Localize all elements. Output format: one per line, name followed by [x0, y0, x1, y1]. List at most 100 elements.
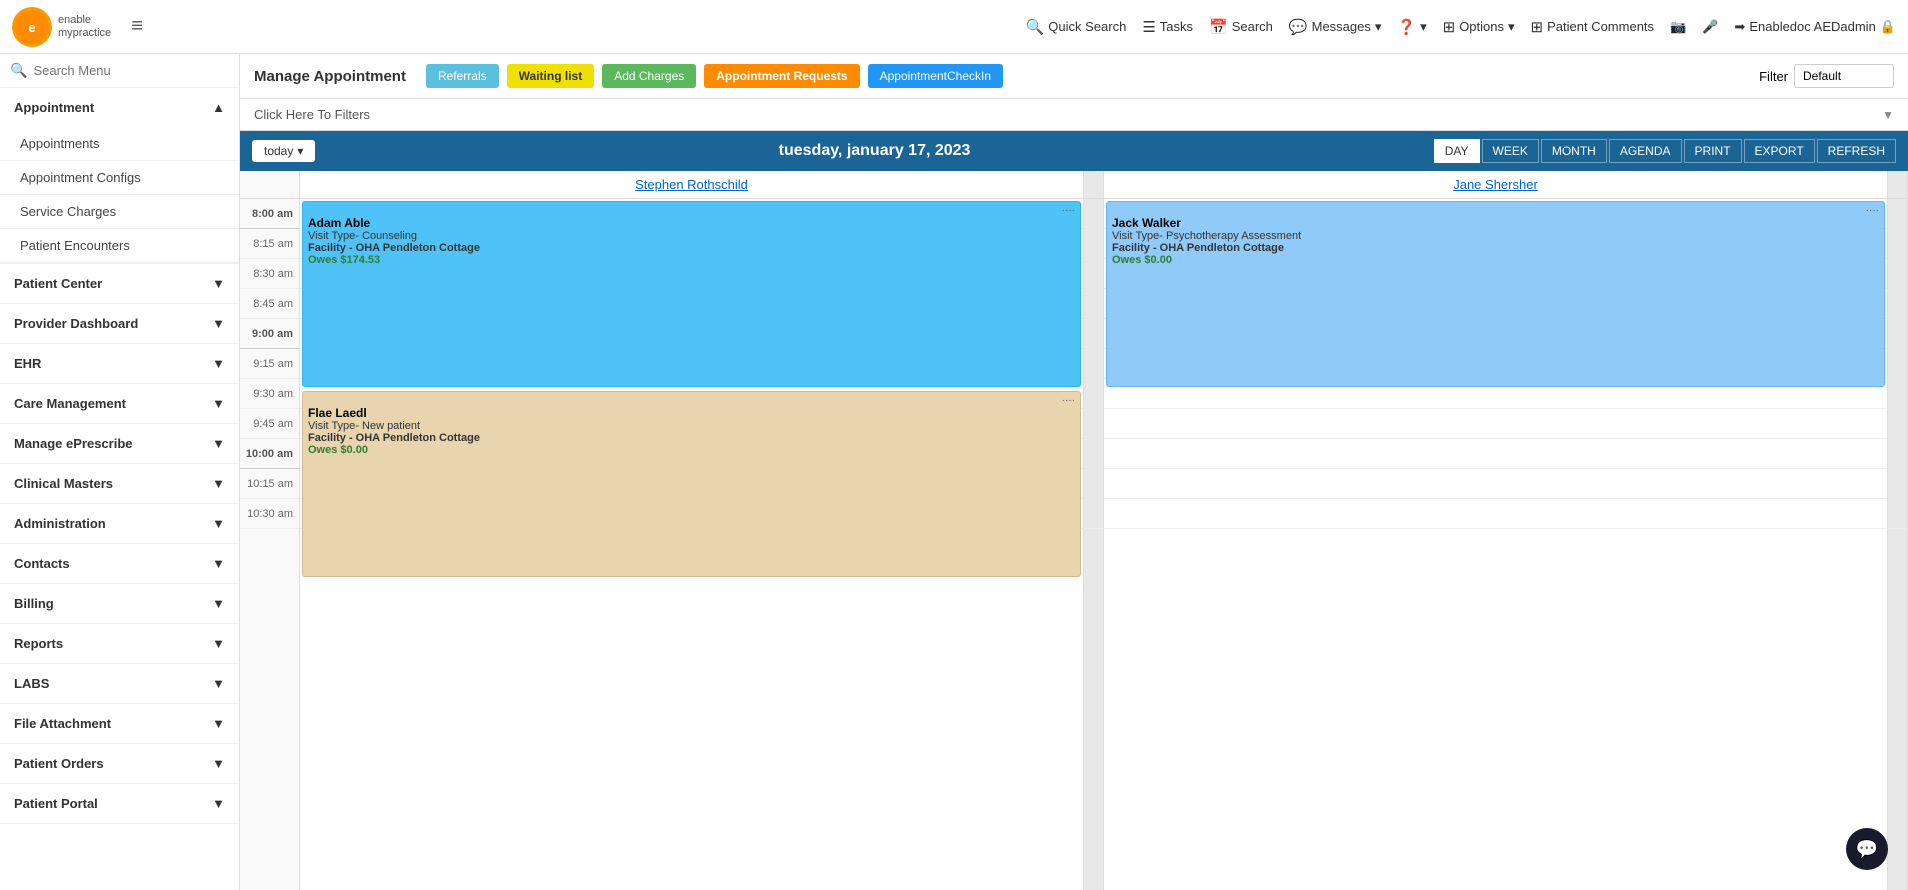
sidebar-section-billing: Billing ▼ — [0, 584, 239, 624]
cell-p2-1000[interactable] — [1104, 439, 1887, 469]
provider-header-1[interactable]: Stephen Rothschild — [300, 171, 1084, 198]
appointment-requests-button[interactable]: Appointment Requests — [704, 64, 859, 88]
manage-appointment-header: Manage Appointment Referrals Waiting lis… — [240, 54, 1908, 99]
referrals-button[interactable]: Referrals — [426, 64, 499, 88]
video-icon-link[interactable]: 📷 — [1670, 19, 1686, 35]
sidebar-header-patient-center[interactable]: Patient Center ▼ — [0, 264, 239, 303]
quick-search-link[interactable]: 🔍 Quick Search — [1026, 18, 1127, 36]
sidebar-subitem-service-charges: Service Charges — [20, 204, 116, 219]
provider-1-column: ···· Adam Able Visit Type- Counseling Fa… — [300, 199, 1084, 890]
quick-search-label: Quick Search — [1048, 19, 1126, 34]
cell-p2-1015[interactable] — [1104, 469, 1887, 499]
sidebar-header-contacts[interactable]: Contacts ▼ — [0, 544, 239, 583]
sidebar-item-patient-encounters[interactable]: Patient Encounters — [0, 229, 239, 263]
filter-row-text[interactable]: Click Here To Filters — [254, 107, 370, 122]
sidebar-header-administration[interactable]: Administration ▼ — [0, 504, 239, 543]
user-menu[interactable]: ➡ Enabledoc AEDadmin 🔒 — [1734, 19, 1896, 35]
sidebar-header-manage-eprescribe[interactable]: Manage ePrescribe ▼ — [0, 424, 239, 463]
view-week-button[interactable]: WEEK — [1482, 139, 1539, 163]
view-print-button[interactable]: PRINT — [1684, 139, 1742, 163]
sidebar-label-appointment: Appointment — [14, 100, 94, 115]
filter-row[interactable]: Click Here To Filters ▼ — [240, 99, 1908, 131]
sidebar-header-labs[interactable]: LABS ▼ — [0, 664, 239, 703]
today-button[interactable]: today ▾ — [252, 140, 315, 162]
cell-p2-945[interactable] — [1104, 409, 1887, 439]
sidebar-header-patient-orders[interactable]: Patient Orders ▼ — [0, 744, 239, 783]
sidebar-label-contacts: Contacts — [14, 556, 70, 571]
help-link[interactable]: ❓ ▾ — [1397, 18, 1426, 36]
cell-p2-1030[interactable] — [1104, 499, 1887, 529]
view-day-button[interactable]: DAY — [1434, 139, 1480, 163]
provider-header-2[interactable]: Jane Shersher — [1104, 171, 1888, 198]
time-slot-800: 8:00 am — [240, 199, 299, 229]
appt-name-adam: Adam Able — [308, 216, 1075, 230]
time-slot-915: 9:15 am — [240, 349, 299, 379]
appointment-flae-laedl[interactable]: ···· Flae Laedl Visit Type- New patient … — [302, 391, 1081, 577]
filter-input[interactable] — [1794, 64, 1894, 88]
add-charges-button[interactable]: Add Charges — [602, 64, 696, 88]
chat-icon: 💬 — [1856, 839, 1878, 860]
appointment-jack-walker[interactable]: ···· Jack Walker Visit Type- Psychothera… — [1106, 201, 1885, 387]
calendar-body: 8:00 am 8:15 am 8:30 am 8:45 am 9:00 am … — [240, 199, 1908, 890]
sidebar-header-billing[interactable]: Billing ▼ — [0, 584, 239, 623]
sidebar-item-service-charges[interactable]: Service Charges — [0, 195, 239, 229]
appt-owes-jack: Owes $0.00 — [1112, 254, 1879, 266]
options-link[interactable]: ⊞ Options ▾ — [1443, 18, 1515, 36]
search-label: Search — [1232, 19, 1273, 34]
chat-bubble-button[interactable]: 💬 — [1846, 828, 1888, 870]
sidebar-label-administration: Administration — [14, 516, 106, 531]
sidebar-header-patient-portal[interactable]: Patient Portal ▼ — [0, 784, 239, 823]
sidebar-header-clinical-masters[interactable]: Clinical Masters ▼ — [0, 464, 239, 503]
messages-label: Messages — [1312, 19, 1371, 34]
sidebar-item-appointment-configs[interactable]: Appointment Configs — [0, 161, 239, 195]
sidebar-search-box[interactable]: 🔍 — [0, 54, 239, 88]
sidebar-header-appointment[interactable]: Appointment ▲ — [0, 88, 239, 127]
chevron-down-icon13: ▼ — [212, 756, 225, 771]
mic-icon-link[interactable]: 🎤 — [1702, 19, 1718, 35]
sidebar-subitem-appointment-configs: Appointment Configs — [20, 170, 141, 185]
sidebar-section-manage-eprescribe: Manage ePrescribe ▼ — [0, 424, 239, 464]
sidebar-subitem-appointments: Appointments — [20, 136, 100, 151]
view-agenda-button[interactable]: AGENDA — [1609, 139, 1682, 163]
sidebar-label-reports: Reports — [14, 636, 63, 651]
sidebar-header-ehr[interactable]: EHR ▼ — [0, 344, 239, 383]
appt-owes-adam: Owes $174.53 — [308, 254, 1075, 266]
hamburger-menu[interactable]: ≡ — [131, 15, 143, 38]
patient-comments-label: Patient Comments — [1547, 19, 1654, 34]
sidebar-header-file-attachment[interactable]: File Attachment ▼ — [0, 704, 239, 743]
chevron-down-icon10: ▼ — [212, 636, 225, 651]
appointment-checkin-button[interactable]: AppointmentCheckIn — [868, 64, 1003, 88]
view-refresh-button[interactable]: REFRESH — [1817, 139, 1896, 163]
appt-name-jack: Jack Walker — [1112, 216, 1879, 230]
view-export-button[interactable]: EXPORT — [1744, 139, 1815, 163]
appointment-adam-able[interactable]: ···· Adam Able Visit Type- Counseling Fa… — [302, 201, 1081, 387]
logo-area[interactable]: e enable mypractice — [12, 7, 111, 47]
search-link[interactable]: 📅 Search — [1209, 18, 1273, 36]
sidebar-header-reports[interactable]: Reports ▼ — [0, 624, 239, 663]
patient-comments-link[interactable]: ⊞ Patient Comments — [1531, 18, 1655, 36]
chevron-down-icon9: ▼ — [212, 596, 225, 611]
time-column-header — [240, 171, 300, 198]
time-slot-1030: 10:30 am — [240, 499, 299, 529]
sidebar-search-icon: 🔍 — [10, 62, 27, 79]
chevron-down-icon3: ▼ — [212, 356, 225, 371]
chevron-down-icon: ▼ — [212, 276, 225, 291]
tasks-link[interactable]: ☰ Tasks — [1142, 18, 1193, 36]
messages-link[interactable]: 💬 Messages ▾ — [1289, 18, 1381, 36]
options-dropdown-icon: ▾ — [1508, 19, 1515, 35]
sidebar-section-patient-orders: Patient Orders ▼ — [0, 744, 239, 784]
search-icon: 🔍 — [1026, 18, 1045, 36]
waiting-list-button[interactable]: Waiting list — [507, 64, 595, 88]
sidebar-header-care-management[interactable]: Care Management ▼ — [0, 384, 239, 423]
sidebar-item-appointments[interactable]: Appointments — [0, 127, 239, 161]
help-icon: ❓ — [1397, 18, 1416, 36]
user-name: Enabledoc AEDadmin — [1749, 19, 1875, 34]
chevron-down-icon8: ▼ — [212, 556, 225, 571]
gray-cell-1 — [1084, 199, 1103, 529]
messages-dropdown-icon: ▾ — [1375, 19, 1382, 35]
appt-facility-flae: Facility - OHA Pendleton Cottage — [308, 432, 1075, 444]
sidebar-header-provider-dashboard[interactable]: Provider Dashboard ▼ — [0, 304, 239, 343]
search-menu-input[interactable] — [33, 63, 229, 78]
logo-text: enable mypractice — [58, 14, 111, 38]
view-month-button[interactable]: MONTH — [1541, 139, 1607, 163]
